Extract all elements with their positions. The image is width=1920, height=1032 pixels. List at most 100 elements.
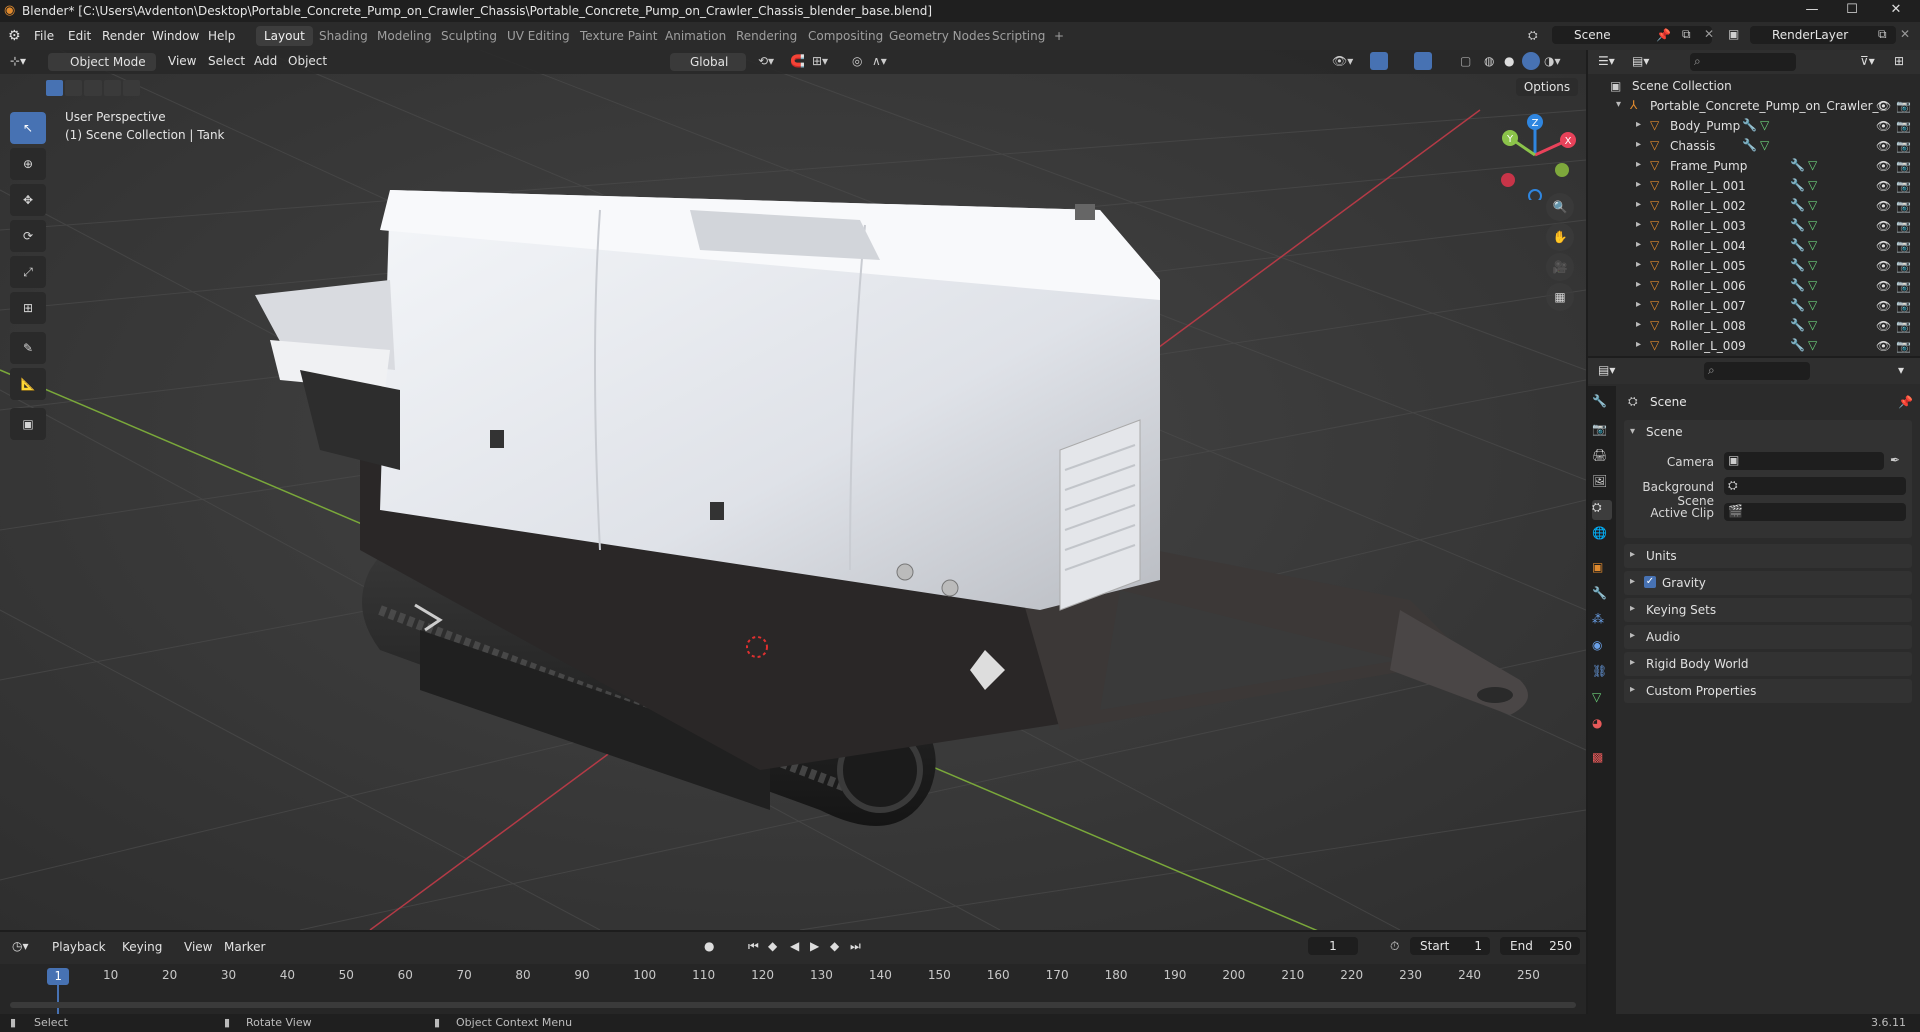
- tool-measure[interactable]: 📐: [10, 368, 46, 400]
- modifier-wrench-icon[interactable]: 🔧: [1790, 198, 1805, 212]
- outliner-object-row[interactable]: ▸ ▽ Roller_L_008 🔧 ▽ 👁 📷: [1588, 316, 1920, 336]
- audio-panel[interactable]: ▸ Audio: [1624, 625, 1912, 649]
- select-extend-icon[interactable]: [65, 80, 83, 96]
- render-camera-icon[interactable]: 📷: [1896, 259, 1911, 273]
- outliner-object-row[interactable]: ▸ ▽ Frame_Pump 🔧 ▽ 👁 📷: [1588, 156, 1920, 176]
- tab-geometry-nodes[interactable]: Geometry Nodes: [881, 26, 998, 46]
- tab-rendering[interactable]: Rendering: [728, 26, 805, 46]
- visibility-eye-icon[interactable]: 👁: [1876, 239, 1891, 253]
- visibility-eye-icon[interactable]: 👁: [1876, 179, 1891, 193]
- display-mode-icon[interactable]: ▤▾: [1632, 54, 1649, 68]
- modifier-wrench-icon[interactable]: 🔧: [1742, 118, 1757, 132]
- menu-playback[interactable]: Playback: [52, 940, 106, 954]
- data-tab-icon[interactable]: ▽: [1592, 690, 1612, 710]
- play-icon[interactable]: ▶: [810, 939, 819, 953]
- shading-rendered-icon[interactable]: ◑▾: [1544, 54, 1561, 68]
- modifier-wrench-icon[interactable]: 🔧: [1742, 138, 1757, 152]
- mesh-data-icon[interactable]: ▽: [1808, 178, 1817, 192]
- shading-material-icon[interactable]: [1522, 52, 1540, 70]
- tab-compositing[interactable]: Compositing: [800, 26, 891, 46]
- tab-modeling[interactable]: Modeling: [369, 26, 440, 46]
- tool-add-cube[interactable]: ▣: [10, 408, 46, 440]
- mesh-data-icon[interactable]: ▽: [1808, 218, 1817, 232]
- material-tab-icon[interactable]: ◕: [1592, 716, 1612, 736]
- new-collection-icon[interactable]: ⊞: [1894, 54, 1904, 68]
- menu-keying[interactable]: Keying: [122, 940, 162, 954]
- visibility-eye-icon[interactable]: 👁: [1876, 339, 1891, 353]
- menu-view[interactable]: View: [184, 940, 212, 954]
- transform-orientation-selector[interactable]: Global: [670, 53, 746, 71]
- menu-view[interactable]: View: [168, 54, 196, 68]
- end-frame-field[interactable]: End 250: [1500, 937, 1580, 955]
- expand-chevron-icon[interactable]: ▸: [1636, 159, 1641, 170]
- expand-chevron-icon[interactable]: ▸: [1636, 339, 1641, 350]
- tab-animation[interactable]: Animation: [657, 26, 734, 46]
- modifier-wrench-icon[interactable]: 🔧: [1790, 258, 1805, 272]
- properties-search-input[interactable]: [1704, 362, 1810, 380]
- jump-start-icon[interactable]: ⏮: [748, 939, 759, 954]
- navigation-gizmo[interactable]: Z X Y: [1490, 110, 1580, 200]
- start-frame-field[interactable]: Start 1: [1410, 937, 1490, 955]
- properties-options-icon[interactable]: ▾: [1898, 363, 1904, 377]
- outliner-object-row[interactable]: ▸ ▽ Body_Pump 🔧 ▽ 👁 📷: [1588, 116, 1920, 136]
- outliner-object-row[interactable]: ▸ ▽ Roller_L_005 🔧 ▽ 👁 📷: [1588, 256, 1920, 276]
- background-scene-field[interactable]: [1724, 477, 1906, 495]
- falloff-icon[interactable]: ∧▾: [872, 54, 887, 68]
- properties-editor-icon[interactable]: ▤▾: [1598, 363, 1615, 377]
- visibility-eye-icon[interactable]: 👁: [1876, 199, 1891, 213]
- outliner-object-row[interactable]: ▸ ▽ Roller_L_006 🔧 ▽ 👁 📷: [1588, 276, 1920, 296]
- mesh-data-icon[interactable]: ▽: [1808, 258, 1817, 272]
- add-workspace-button[interactable]: +: [1046, 26, 1072, 46]
- outliner-editor-icon[interactable]: ☰▾: [1598, 54, 1615, 68]
- tool-annotate[interactable]: ✎: [10, 332, 46, 364]
- menu-render[interactable]: Render: [102, 29, 145, 43]
- view-layer-tab-icon[interactable]: 🖼: [1592, 474, 1612, 494]
- camera-field[interactable]: [1724, 452, 1884, 470]
- output-tab-icon[interactable]: 🖨: [1592, 448, 1612, 468]
- render-camera-icon[interactable]: 📷: [1896, 239, 1911, 253]
- menu-window[interactable]: Window: [152, 29, 199, 43]
- units-panel[interactable]: ▸ Units: [1624, 544, 1912, 568]
- blender-menu-icon[interactable]: ⚙: [8, 28, 21, 44]
- delete-renderlayer-icon[interactable]: ✕: [1900, 27, 1910, 41]
- gizmo-toggle-icon[interactable]: [1370, 52, 1388, 70]
- menu-object[interactable]: Object: [288, 54, 327, 68]
- options-button[interactable]: Options: [1516, 78, 1578, 96]
- modifier-wrench-icon[interactable]: 🔧: [1790, 218, 1805, 232]
- expand-chevron-icon[interactable]: ▸: [1636, 299, 1641, 310]
- select-intersect-icon[interactable]: [122, 80, 141, 96]
- tab-uv-editing[interactable]: UV Editing: [499, 26, 578, 46]
- menu-add[interactable]: Add: [254, 54, 277, 68]
- ortho-toggle-button[interactable]: ▦: [1546, 283, 1574, 311]
- select-subtract-icon[interactable]: [84, 80, 102, 96]
- tool-move[interactable]: ✥: [10, 184, 46, 216]
- new-scene-icon[interactable]: ⧉: [1682, 27, 1691, 42]
- mesh-data-icon[interactable]: ▽: [1808, 158, 1817, 172]
- render-camera-icon[interactable]: 📷: [1896, 279, 1911, 293]
- texture-tab-icon[interactable]: ▩: [1592, 750, 1612, 770]
- outliner-search-input[interactable]: [1690, 53, 1796, 71]
- timeline-editor-icon[interactable]: ◷▾: [12, 939, 29, 953]
- scene-tab-icon[interactable]: ⛭: [1592, 500, 1612, 520]
- mesh-data-icon[interactable]: ▽: [1808, 318, 1817, 332]
- pin-icon[interactable]: 📌: [1656, 28, 1671, 42]
- tool-rotate[interactable]: ⟳: [10, 220, 46, 252]
- tab-scripting[interactable]: Scripting: [984, 26, 1053, 46]
- shading-solid-icon[interactable]: ●: [1504, 54, 1514, 68]
- delete-scene-icon[interactable]: ✕: [1704, 27, 1714, 41]
- visibility-eye-icon[interactable]: 👁: [1876, 259, 1891, 273]
- visibility-eye-icon[interactable]: 👁: [1876, 299, 1891, 313]
- new-renderlayer-icon[interactable]: ⧉: [1878, 27, 1887, 42]
- current-frame-field[interactable]: 1: [1308, 937, 1358, 955]
- render-camera-icon[interactable]: 📷: [1896, 219, 1911, 233]
- gravity-panel[interactable]: ▸ ✓ Gravity: [1624, 571, 1912, 595]
- expand-chevron-icon[interactable]: ▸: [1636, 179, 1641, 190]
- expand-chevron-icon[interactable]: ▸: [1636, 239, 1641, 250]
- outliner-object-row[interactable]: ▸ ▽ Roller_L_007 🔧 ▽ 👁 📷: [1588, 296, 1920, 316]
- timeline-scrollbar[interactable]: [10, 1002, 1576, 1008]
- render-camera-icon[interactable]: 📷: [1896, 319, 1911, 333]
- zoom-button[interactable]: 🔍: [1546, 193, 1574, 221]
- pivot-icon[interactable]: ⟲▾: [758, 54, 774, 68]
- editor-type-icon[interactable]: ⊹▾: [10, 54, 26, 68]
- modifier-wrench-icon[interactable]: 🔧: [1790, 238, 1805, 252]
